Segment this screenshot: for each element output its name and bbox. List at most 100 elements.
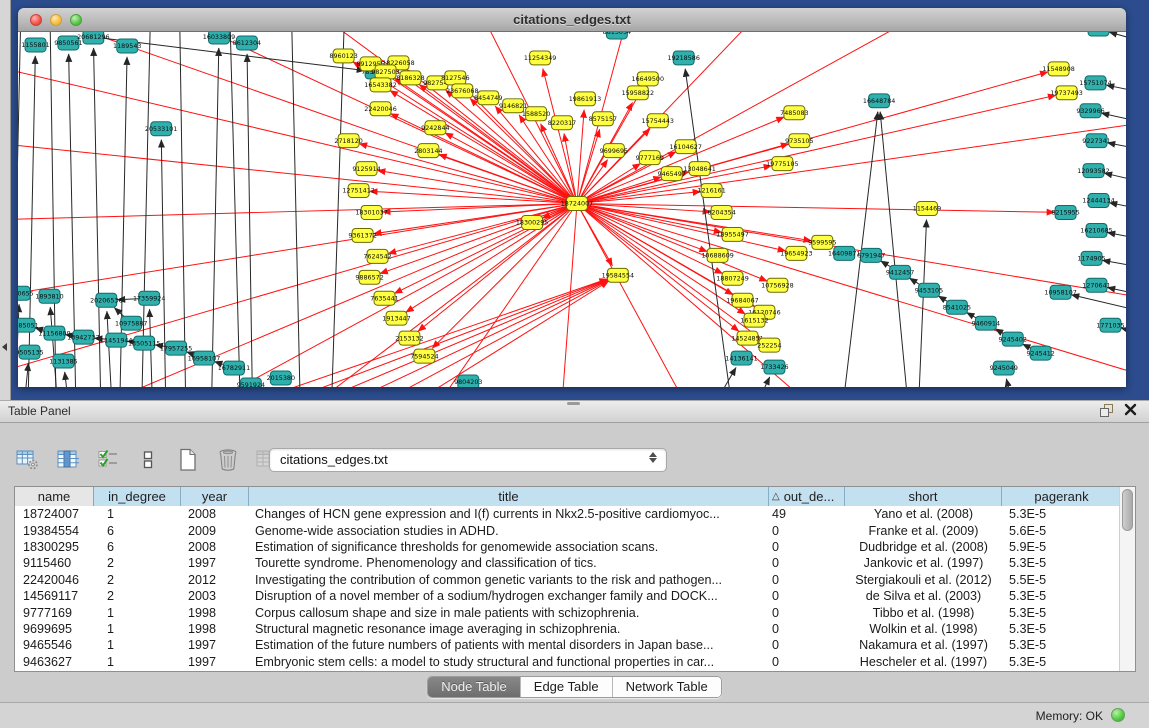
graph-node[interactable]: 9453105 [915, 283, 943, 297]
graph-node[interactable]: 9465497 [658, 167, 686, 181]
column-header-in_degree[interactable]: in_degree [94, 487, 181, 506]
panel-collapse-arrow[interactable] [2, 343, 7, 351]
show-columns-icon[interactable] [54, 446, 82, 474]
graph-node[interactable]: 8960123 [329, 49, 357, 63]
graph-node[interactable]: 16409871 [828, 246, 860, 260]
graph-node[interactable]: 9804203 [454, 375, 482, 387]
graph-node[interactable]: 1216161 [697, 184, 725, 198]
graph-node[interactable]: 13505115 [128, 336, 160, 350]
graph-node[interactable]: 1131385 [49, 354, 77, 368]
row-height-icon[interactable] [134, 446, 162, 474]
graph-node[interactable]: 2015380 [267, 371, 295, 385]
graph-node[interactable]: 10688609 [701, 248, 733, 262]
graph-node[interactable]: 14136141 [725, 351, 757, 365]
graph-node[interactable]: 8204354 [707, 206, 735, 220]
graph-node[interactable]: 9699695 [600, 144, 628, 158]
graph-node[interactable]: 8220317 [548, 116, 576, 130]
graph-node[interactable]: 16210685 [1080, 223, 1112, 237]
graph-node[interactable]: 19861913 [569, 92, 601, 106]
graph-node[interactable]: 9777169 [636, 151, 664, 165]
graph-node[interactable]: 7635441 [370, 291, 398, 305]
graph-node[interactable]: 19654923 [780, 246, 812, 260]
column-header-pagerank[interactable]: pagerank [1002, 487, 1122, 506]
graph-node[interactable]: 13942737 [67, 330, 99, 344]
column-header-year[interactable]: year [181, 487, 249, 506]
graph-node[interactable]: 9412457 [886, 265, 914, 279]
graph-node[interactable]: 19775105 [766, 157, 798, 171]
splitter-handle[interactable] [567, 402, 580, 405]
graph-node[interactable]: 8186328 [396, 71, 424, 85]
graph-node[interactable]: 252254 [757, 338, 781, 352]
graph-node[interactable]: 8541025 [943, 300, 971, 314]
graph-node[interactable]: 16782911 [218, 361, 250, 375]
scrollbar-thumb[interactable] [1122, 489, 1133, 531]
graph-node[interactable]: 1910532 [1084, 32, 1112, 36]
float-panel-icon[interactable] [1099, 403, 1114, 418]
graph-node[interactable]: 1174905 [1077, 251, 1105, 265]
window-titlebar[interactable]: citations_edges.txt [18, 8, 1126, 32]
graph-node[interactable]: 11254349 [524, 51, 556, 65]
graph-node[interactable]: 18807249 [716, 271, 748, 285]
table-row[interactable]: 1938455462009Genome-wide association stu… [15, 522, 1135, 538]
table-row[interactable]: 911546021997Tourette syndrome. Phenomeno… [15, 555, 1135, 571]
table-row[interactable]: 969969511998Structural magnetic resonanc… [15, 621, 1135, 637]
table-settings-icon[interactable] [14, 446, 42, 474]
graph-node[interactable]: 2153132 [395, 331, 423, 345]
graph-node[interactable]: 15754443 [642, 114, 674, 128]
table-row[interactable]: 1872400712008Changes of HCN gene express… [15, 506, 1135, 522]
graph-node[interactable]: 7594524 [410, 349, 438, 363]
graph-node[interactable]: 9599595 [808, 235, 836, 249]
graph-node[interactable]: 1154469 [913, 202, 941, 216]
graph-node[interactable]: 16543382 [364, 78, 396, 92]
graph-node[interactable]: 16649500 [632, 72, 664, 86]
graph-node[interactable]: 1913447 [382, 311, 410, 325]
column-header-title[interactable]: title [249, 487, 769, 506]
graph-node[interactable]: 20533101 [145, 122, 177, 136]
graph-node[interactable]: 1893810 [35, 289, 63, 303]
table-row[interactable]: 1456911722003Disruption of a novel membe… [15, 588, 1135, 604]
graph-node[interactable]: 9505135 [18, 345, 44, 359]
column-header-short[interactable]: short [845, 487, 1002, 506]
graph-node[interactable]: 16958107 [188, 351, 220, 365]
graph-node[interactable]: 19218586 [667, 51, 699, 65]
graph-node[interactable]: 8127546 [441, 71, 469, 85]
graph-node[interactable]: 9885051 [18, 318, 39, 332]
graph-node[interactable]: 1270641 [1082, 278, 1110, 292]
graph-node[interactable]: 9361372 [348, 228, 376, 242]
table-vertical-scrollbar[interactable] [1119, 487, 1135, 671]
graph-node[interactable]: 10958107 [1044, 285, 1076, 299]
graph-node[interactable]: 15751074 [1079, 76, 1111, 90]
close-panel-icon[interactable] [1124, 403, 1139, 418]
graph-node[interactable]: 1588520 [522, 107, 550, 121]
graph-node[interactable]: 6791947 [857, 248, 885, 262]
graph-node[interactable]: 9245402 [999, 332, 1027, 346]
graph-node[interactable]: 9242844 [421, 121, 449, 135]
graph-node[interactable]: 1733426 [760, 360, 788, 374]
memory-status-indicator[interactable] [1111, 708, 1125, 722]
graph-node[interactable]: 22420046 [364, 102, 396, 116]
tab-network-table[interactable]: Network Table [613, 677, 721, 697]
graph-node[interactable]: 7624542 [363, 249, 391, 263]
graph-node[interactable]: 12751412 [342, 184, 374, 198]
graph-node[interactable]: 16648784 [863, 94, 895, 108]
graph-node[interactable]: 9125914 [352, 162, 380, 176]
graph-node[interactable]: 12093582 [1077, 164, 1109, 178]
graph-node[interactable]: 9245049 [990, 361, 1018, 375]
column-header-name[interactable]: name [15, 487, 94, 506]
graph-node[interactable]: 8813054 [603, 32, 631, 39]
graph-node[interactable]: 2620655 [18, 286, 34, 300]
table-row[interactable]: 946362711997Embryonic stem cells: a mode… [15, 654, 1135, 670]
table-row[interactable]: 977716911998Corpus callosum shape and si… [15, 604, 1135, 620]
graph-node[interactable]: 9227341 [1082, 134, 1110, 148]
graph-node[interactable]: 11548908 [1042, 62, 1074, 76]
graph-node[interactable]: 18301037 [355, 206, 387, 220]
graph-node[interactable]: 9886572 [355, 270, 383, 284]
table-row[interactable]: 2242004622012Investigating the contribut… [15, 572, 1135, 588]
graph-node[interactable]: 8215955 [1051, 206, 1079, 220]
graph-node[interactable]: 8575157 [589, 112, 617, 126]
network-canvas[interactable]: 1155801985056120681296118954316033809861… [18, 32, 1126, 387]
graph-node[interactable]: 12444134 [1082, 194, 1114, 208]
graph-node[interactable]: 9591924 [237, 378, 265, 387]
graph-node[interactable]: 19737493 [1050, 86, 1082, 100]
graph-node[interactable]: 9735105 [785, 134, 813, 148]
